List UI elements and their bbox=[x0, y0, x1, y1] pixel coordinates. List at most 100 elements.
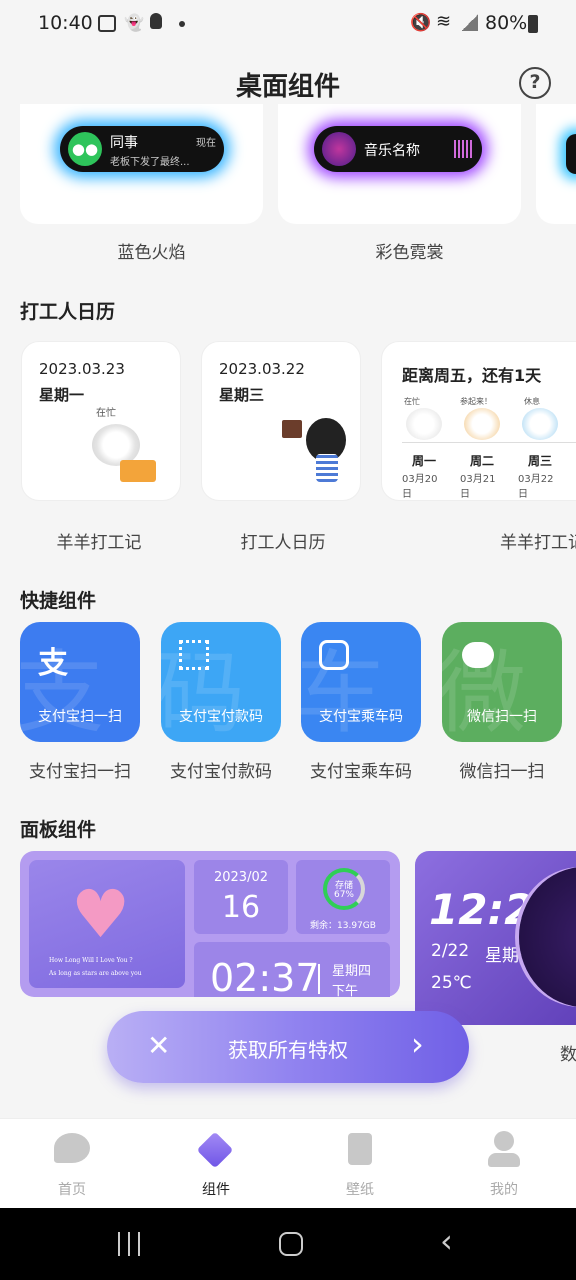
section-title-quick: 快捷组件 bbox=[20, 590, 97, 612]
alipay-icon: 支 bbox=[38, 646, 68, 681]
date-tile: 2023/02 16 bbox=[194, 860, 288, 934]
clock-weekday: 星期四 bbox=[332, 964, 372, 979]
help-button[interactable]: ? bbox=[519, 67, 551, 99]
calendar-card-2[interactable]: 2023.03.22 星期三 bbox=[201, 341, 361, 501]
quick-alipay-transit[interactable]: 车 支付宝乘车码 bbox=[301, 622, 421, 742]
day-name: 周一 bbox=[412, 454, 437, 468]
panel-widget-1[interactable]: ♥ How Long Will I Love You ? As long as … bbox=[20, 851, 400, 1000]
notification-message: 老板下发了最终... bbox=[110, 157, 190, 168]
quick-wechat-scan[interactable]: 微 微信扫一扫 bbox=[442, 622, 562, 742]
nav-label: 壁纸 bbox=[346, 1182, 374, 1198]
page-title: 桌面组件 bbox=[235, 72, 340, 102]
day-note: 在忙 bbox=[404, 397, 420, 406]
music-pill: 音乐名称 bbox=[314, 126, 482, 172]
sheep-illustration bbox=[406, 408, 442, 440]
nav-label: 组件 bbox=[202, 1182, 230, 1198]
widget-card-blue-flame[interactable]: ●● 同事 现在 老板下发了最终... bbox=[20, 104, 263, 224]
wifi-icon: ≋ bbox=[436, 11, 452, 32]
back-icon[interactable]: ‹ bbox=[440, 1222, 453, 1260]
sheep-illustration bbox=[464, 408, 500, 440]
clock-date: 2/22 bbox=[431, 941, 470, 961]
equalizer-icon bbox=[454, 140, 472, 158]
notification-time: 现在 bbox=[196, 138, 216, 149]
calendar-weekday: 星期三 bbox=[219, 386, 265, 404]
signal-icon bbox=[462, 14, 478, 31]
day-date: 03月20日 bbox=[402, 474, 438, 500]
wallpaper-icon bbox=[348, 1133, 372, 1165]
laptop-illustration bbox=[120, 460, 156, 482]
girl-body bbox=[316, 454, 338, 482]
battery-text: 80% bbox=[485, 12, 528, 34]
day-note: 参起来！ bbox=[460, 397, 492, 406]
nav-item-profile[interactable]: 我的 bbox=[432, 1119, 576, 1209]
calendar-date: 2023.03.22 bbox=[219, 360, 305, 378]
day-column: 休息 周三 03月22日 bbox=[518, 396, 562, 500]
qr-icon bbox=[179, 640, 209, 670]
nav-item-home[interactable]: 首页 bbox=[0, 1119, 144, 1209]
mute-icon: 🔇 bbox=[410, 13, 432, 33]
wechat-icon: ●● bbox=[68, 132, 102, 166]
panel-widget-2[interactable]: 12:22 2/22 星期一 25℃ bbox=[415, 851, 576, 1025]
widget-card-rainbow[interactable]: 音乐名称 bbox=[278, 104, 521, 224]
clock-tile: 02:37 星期四 下午 bbox=[194, 942, 390, 1000]
day-date: 03月22日 bbox=[518, 474, 554, 500]
nav-item-widgets[interactable]: 组件 bbox=[144, 1119, 288, 1209]
quick-alipay-paycode[interactable]: 码 支付宝付款码 bbox=[161, 622, 281, 742]
calendar-caption-3: 羊羊打工记 bbox=[500, 533, 576, 553]
day-column: 参起来！ 周二 03月21日 bbox=[460, 396, 504, 500]
storage-percent: 67% bbox=[333, 890, 354, 900]
quick-label: 支付宝扫一扫 bbox=[38, 709, 122, 725]
glow-edge bbox=[566, 134, 576, 174]
snapchat-icon: 👻 bbox=[124, 13, 144, 32]
bird-icon bbox=[54, 1133, 90, 1163]
day-name: 周三 bbox=[528, 454, 553, 468]
gallery-icon bbox=[98, 15, 116, 32]
divider bbox=[402, 442, 576, 443]
quick-alipay-scan[interactable]: 支 支 支付宝扫一扫 bbox=[20, 622, 140, 742]
widget-caption-blue-flame: 蓝色火焰 bbox=[117, 243, 186, 263]
status-time: 10:40 bbox=[38, 12, 93, 34]
clock-time: 02:37 bbox=[210, 956, 320, 1000]
panel-caption-fragment: 数 bbox=[560, 1045, 576, 1065]
bottom-nav: 首页 组件 壁纸 我的 bbox=[0, 1118, 576, 1208]
calendar-date: 2023.03.23 bbox=[39, 360, 125, 378]
month-text: 2023/02 bbox=[213, 870, 268, 885]
quick-label: 支付宝付款码 bbox=[179, 709, 263, 725]
widget-caption-rainbow: 彩色霓裳 bbox=[375, 243, 444, 263]
dot-icon bbox=[179, 21, 185, 27]
weather-temp: 25℃ bbox=[431, 973, 472, 993]
widgets-icon bbox=[196, 1131, 234, 1169]
day-name: 周二 bbox=[470, 454, 495, 468]
quick-caption-3: 支付宝乘车码 bbox=[310, 762, 412, 782]
widget-card-partial[interactable] bbox=[536, 104, 576, 224]
calendar-weekday: 星期一 bbox=[39, 386, 85, 404]
calendar-note: 在忙 bbox=[96, 408, 116, 419]
quick-caption-4: 微信扫一扫 bbox=[459, 762, 545, 782]
wechat-icon bbox=[462, 642, 494, 668]
chevron-right-icon: › bbox=[411, 1025, 424, 1063]
album-art bbox=[322, 132, 356, 166]
home-icon[interactable] bbox=[279, 1232, 303, 1256]
quick-label: 支付宝乘车码 bbox=[319, 709, 403, 725]
calendar-card-1[interactable]: 2023.03.23 星期一 在忙 bbox=[21, 341, 181, 501]
calendar-caption-1: 羊羊打工记 bbox=[56, 533, 142, 553]
clock-ampm: 下午 bbox=[332, 984, 359, 999]
person-body bbox=[488, 1153, 520, 1167]
day-date: 03月21日 bbox=[460, 474, 496, 500]
day-text: 16 bbox=[221, 890, 261, 925]
status-bar: 10:40 👻 🔇 ≋ 80% bbox=[0, 0, 576, 48]
recents-icon[interactable] bbox=[118, 1232, 140, 1256]
get-privileges-banner[interactable]: ✕ 获取所有特权 › bbox=[107, 1011, 469, 1083]
section-title-calendar: 打工人日历 bbox=[20, 301, 116, 323]
storage-tile: 存储 67% 剩余：13.97GB bbox=[296, 860, 390, 934]
nav-item-wallpaper[interactable]: 壁纸 bbox=[288, 1119, 432, 1209]
quick-caption-1: 支付宝扫一扫 bbox=[29, 762, 131, 782]
person-icon bbox=[494, 1131, 514, 1151]
heart-icon: ♥ bbox=[71, 876, 131, 953]
sheep-illustration bbox=[522, 408, 558, 440]
section-title-panel: 面板组件 bbox=[20, 819, 97, 841]
quick-label: 微信扫一扫 bbox=[467, 709, 537, 725]
day-column: 在忙 周一 03月20日 bbox=[402, 396, 446, 500]
calendar-card-3[interactable]: 距离周五，还有1天 在忙 周一 03月20日 参起来！ 周二 03月21日 休息… bbox=[381, 341, 576, 501]
system-nav-bar: ‹ bbox=[0, 1208, 576, 1280]
